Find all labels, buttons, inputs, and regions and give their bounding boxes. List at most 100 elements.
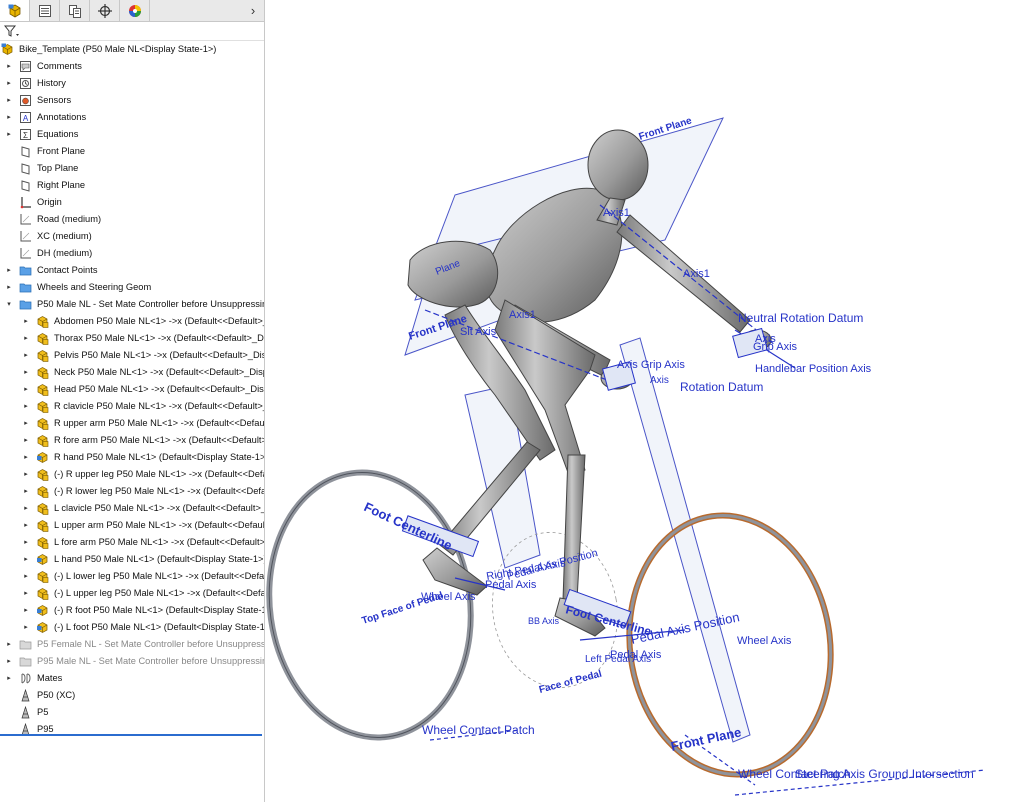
tree-item-comments[interactable]: ▸ Comments bbox=[0, 58, 264, 75]
chevron-right-icon[interactable]: ▸ bbox=[22, 568, 30, 585]
chevron-right-icon[interactable]: ▸ bbox=[5, 58, 13, 75]
tree-item-wheels-and-steering-geom[interactable]: ▸ Wheels and Steering Geom bbox=[0, 279, 264, 296]
tree-item-front-plane[interactable]: Front Plane bbox=[0, 143, 264, 160]
viewport-label-wheel-contact-patch[interactable]: Wheel Contact Patch bbox=[422, 723, 535, 737]
viewport-label-top-face-of-pedal[interactable]: Top Face of Pedal bbox=[361, 590, 445, 627]
chevron-right-icon[interactable]: ▸ bbox=[22, 415, 30, 432]
chevron-down-icon[interactable]: ▾ bbox=[5, 296, 13, 313]
viewport-label-slt-axis[interactable]: Slt Axis bbox=[460, 326, 497, 338]
tree-item-label: P50 Male NL - Set Mate Controller before… bbox=[37, 299, 265, 309]
tree-item-origin[interactable]: Origin bbox=[0, 194, 264, 211]
chevron-right-icon[interactable]: ▸ bbox=[22, 619, 30, 636]
tree-item-mates[interactable]: ▸ Mates bbox=[0, 670, 264, 687]
chevron-right-icon[interactable]: ▸ bbox=[5, 262, 13, 279]
tree-item-neck-p50-male-nl-1-x-default-default-dis[interactable]: ▸ Neck P50 Male NL<1> ->x (Default<<Defau… bbox=[0, 364, 264, 381]
tree-item-thorax-p50-male-nl-1-x-default-default-d[interactable]: ▸ Thorax P50 Male NL<1> ->x (Default<<Def… bbox=[0, 330, 264, 347]
viewport-label-left-pedal-axis[interactable]: Left Pedal Axis bbox=[585, 654, 651, 665]
viewport-label-grip-axis[interactable]: Grip Axis bbox=[753, 341, 798, 353]
tree-item-head-p50-male-nl-1-x-default-default-dis[interactable]: ▸ Head P50 Male NL<1> ->x (Default<<Defau… bbox=[0, 381, 264, 398]
tree-item-bike-template-p50-male-nl-display-state-[interactable]: Bike_Template (P50 Male NL<Display State… bbox=[0, 41, 264, 58]
chevron-right-icon[interactable]: ▸ bbox=[22, 483, 30, 500]
chevron-right-icon[interactable]: ▸ bbox=[5, 109, 13, 126]
viewport-label-wheel-axis[interactable]: Wheel Axis bbox=[737, 635, 792, 647]
chevron-right-icon[interactable]: ▸ bbox=[22, 381, 30, 398]
chevron-right-icon[interactable]: ▸ bbox=[5, 126, 13, 143]
tree-item-sensors[interactable]: ▸ Sensors bbox=[0, 92, 264, 109]
tree-item-r-clavicle-p50-male-nl-1-x-default-defau[interactable]: ▸ R clavicle P50 Male NL<1> ->x (Default<… bbox=[0, 398, 264, 415]
chevron-right-icon[interactable]: ▸ bbox=[22, 313, 30, 330]
tree-item-p50-xc[interactable]: P50 (XC) bbox=[0, 687, 264, 704]
tree-item-pelvis-p50-male-nl-1-x-default-default-d[interactable]: ▸ Pelvis P50 Male NL<1> ->x (Default<<Def… bbox=[0, 347, 264, 364]
tree-item-p95-male-nl-set-mate-controller-before-u[interactable]: ▸ P95 Male NL - Set Mate Controller befor… bbox=[0, 653, 264, 670]
viewport-label-rotation-datum[interactable]: Rotation Datum bbox=[680, 380, 763, 394]
tree-item-top-plane[interactable]: Top Plane bbox=[0, 160, 264, 177]
chevron-right-icon[interactable]: ▸ bbox=[22, 585, 30, 602]
tree-item-r-upper-leg-p50-male-nl-1-x-default-defa[interactable]: ▸ (-) R upper leg P50 Male NL<1> ->x (Def… bbox=[0, 466, 264, 483]
viewport-label-axis1[interactable]: Axis1 bbox=[603, 207, 630, 219]
tab-feature-manager[interactable] bbox=[0, 0, 30, 21]
tree-item-l-upper-leg-p50-male-nl-1-x-default-defa[interactable]: ▸ (-) L upper leg P50 Male NL<1> ->x (Def… bbox=[0, 585, 264, 602]
chevron-right-icon[interactable]: ▸ bbox=[22, 347, 30, 364]
chevron-right-icon[interactable]: ▸ bbox=[22, 602, 30, 619]
tab-property-manager[interactable] bbox=[30, 0, 60, 21]
chevron-right-icon[interactable]: ▸ bbox=[22, 330, 30, 347]
viewport-label-handlebar-position-axis[interactable]: Handlebar Position Axis bbox=[755, 363, 872, 375]
tree-item-l-hand-p50-male-nl-1-default-display-sta[interactable]: ▸ L hand P50 Male NL<1> (Default<Display … bbox=[0, 551, 264, 568]
tab-configuration-manager[interactable] bbox=[60, 0, 90, 21]
viewport-label-front-plane[interactable]: Front Plane bbox=[670, 724, 743, 754]
tree-item-l-clavicle-p50-male-nl-1-x-default-defau[interactable]: ▸ L clavicle P50 Male NL<1> ->x (Default<… bbox=[0, 500, 264, 517]
tree-item-abdomen-p50-male-nl-1-x-default-default-[interactable]: ▸ Abdomen P50 Male NL<1> ->x (Default<<De… bbox=[0, 313, 264, 330]
tree-item-label: DH (medium) bbox=[37, 248, 93, 258]
tree-item-l-fore-arm-p50-male-nl-1-x-default-defau[interactable]: ▸ L fore arm P50 Male NL<1> ->x (Default<… bbox=[0, 534, 264, 551]
chevron-right-icon[interactable]: ▸ bbox=[5, 279, 13, 296]
chevron-right-icon[interactable]: › bbox=[246, 0, 260, 21]
tree-item-xc-medium[interactable]: XC (medium) bbox=[0, 228, 264, 245]
filter-icon[interactable] bbox=[4, 24, 20, 38]
viewport-label-foot-centerline[interactable]: Foot Centerline bbox=[362, 499, 455, 553]
tree-item-contact-points[interactable]: ▸ Contact Points bbox=[0, 262, 264, 279]
tree-item-p5[interactable]: P5 bbox=[0, 704, 264, 721]
tree-item-p5-female-nl-set-mate-controller-before-[interactable]: ▸ P5 Female NL - Set Mate Controller befo… bbox=[0, 636, 264, 653]
chevron-right-icon[interactable]: ▸ bbox=[22, 466, 30, 483]
tree-item-r-fore-arm-p50-male-nl-1-x-default-defau[interactable]: ▸ R fore arm P50 Male NL<1> ->x (Default<… bbox=[0, 432, 264, 449]
tree-item-p50-male-nl-set-mate-controller-before-u[interactable]: ▾ P50 Male NL - Set Mate Controller befor… bbox=[0, 296, 264, 313]
chevron-right-icon[interactable]: ▸ bbox=[22, 364, 30, 381]
tree-item-r-foot-p50-male-nl-1-default-display-sta[interactable]: ▸ (-) R foot P50 Male NL<1> (Default<Disp… bbox=[0, 602, 264, 619]
viewport-label-axis1[interactable]: Axis1 bbox=[683, 268, 710, 280]
viewport-label-axis[interactable]: Axis bbox=[650, 375, 669, 386]
tree-item-history[interactable]: ▸ History bbox=[0, 75, 264, 92]
viewport-label-face-of-pedal[interactable]: Face of Pedal bbox=[538, 669, 603, 696]
graphics-viewport[interactable]: Front Plane Axis1 Axis1 Plane Front Plane Slt… bbox=[265, 0, 1024, 802]
chevron-right-icon[interactable]: ▸ bbox=[22, 551, 30, 568]
chevron-right-icon[interactable]: ▸ bbox=[22, 500, 30, 517]
chevron-right-icon[interactable]: ▸ bbox=[22, 517, 30, 534]
tree-item-r-lower-leg-p50-male-nl-1-x-default-defa[interactable]: ▸ (-) R lower leg P50 Male NL<1> ->x (Def… bbox=[0, 483, 264, 500]
chevron-right-icon[interactable]: ▸ bbox=[5, 653, 13, 670]
viewport-label-neutral-rotation-datum[interactable]: Neutral Rotation Datum bbox=[738, 311, 863, 325]
tree-item-l-foot-p50-male-nl-1-default-display-sta[interactable]: ▸ (-) L foot P50 Male NL<1> (Default<Disp… bbox=[0, 619, 264, 636]
tree-item-l-upper-arm-p50-male-nl-1-x-default-defa[interactable]: ▸ L upper arm P50 Male NL<1> ->x (Default… bbox=[0, 517, 264, 534]
tree-item-annotations[interactable]: ▸ A Annotations bbox=[0, 109, 264, 126]
chevron-right-icon[interactable]: ▸ bbox=[22, 398, 30, 415]
chevron-right-icon[interactable]: ▸ bbox=[5, 670, 13, 687]
chevron-right-icon[interactable]: ▸ bbox=[5, 92, 13, 109]
tree-item-l-lower-leg-p50-male-nl-1-x-default-defa[interactable]: ▸ (-) L lower leg P50 Male NL<1> ->x (Def… bbox=[0, 568, 264, 585]
tree-item-equations[interactable]: ▸ Σ Equations bbox=[0, 126, 264, 143]
tree-item-dh-medium[interactable]: DH (medium) bbox=[0, 245, 264, 262]
chevron-right-icon[interactable]: ▸ bbox=[22, 449, 30, 466]
viewport-label-axis-grip-axis[interactable]: Axis Grip Axis bbox=[617, 359, 685, 371]
viewport-label-axis1[interactable]: Axis1 bbox=[509, 309, 536, 321]
tree-item-road-medium[interactable]: Road (medium) bbox=[0, 211, 264, 228]
chevron-right-icon[interactable]: ▸ bbox=[22, 432, 30, 449]
tree-item-label: R upper arm P50 Male NL<1> ->x (Default<… bbox=[54, 418, 265, 428]
viewport-label-steering-axis-ground-intersection[interactable]: Steering Axis Ground Intersection bbox=[795, 767, 974, 781]
tab-dimxpert-manager[interactable] bbox=[90, 0, 120, 21]
chevron-right-icon[interactable]: ▸ bbox=[5, 636, 13, 653]
tree-item-r-hand-p50-male-nl-1-default-display-sta[interactable]: ▸ R hand P50 Male NL<1> (Default<Display … bbox=[0, 449, 264, 466]
viewport-label-bb-axis[interactable]: BB Axis bbox=[528, 616, 560, 626]
chevron-right-icon[interactable]: ▸ bbox=[5, 75, 13, 92]
tree-item-right-plane[interactable]: Right Plane bbox=[0, 177, 264, 194]
chevron-right-icon[interactable]: ▸ bbox=[22, 534, 30, 551]
tree-item-r-upper-arm-p50-male-nl-1-x-default-defa[interactable]: ▸ R upper arm P50 Male NL<1> ->x (Default… bbox=[0, 415, 264, 432]
tab-display-manager[interactable] bbox=[120, 0, 150, 21]
